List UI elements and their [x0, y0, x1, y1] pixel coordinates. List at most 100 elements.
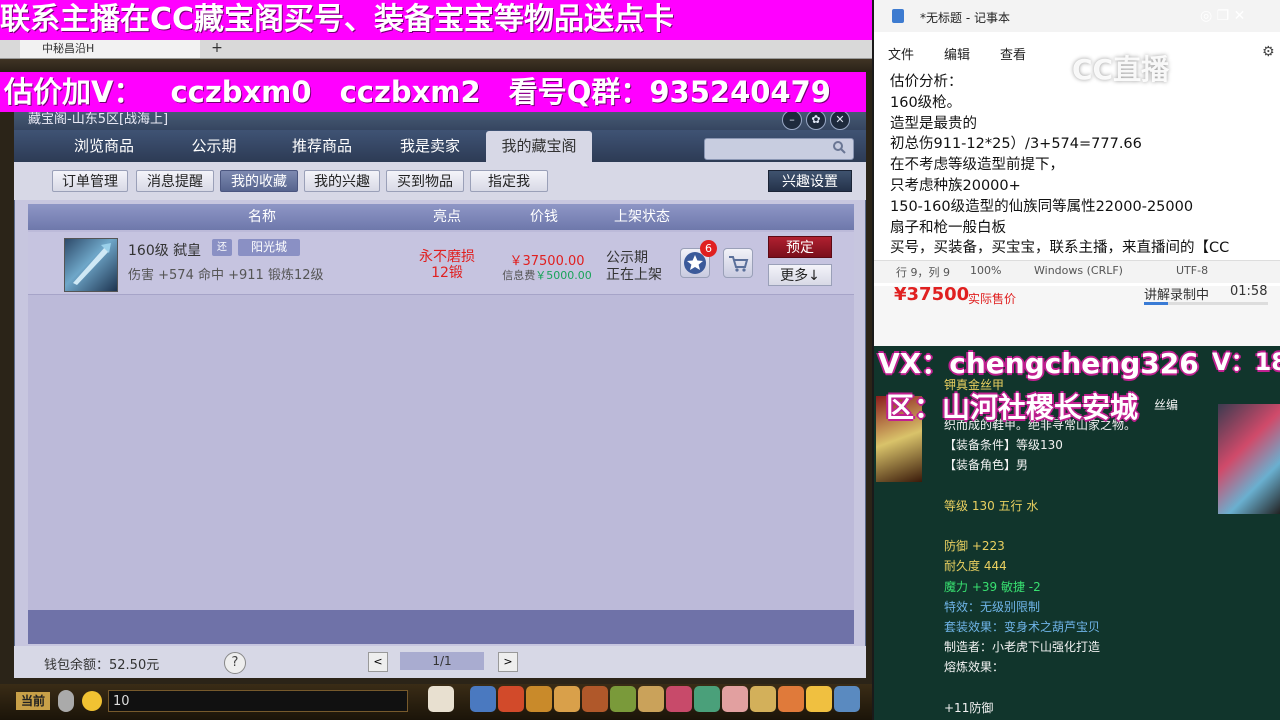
table-footer — [28, 610, 854, 644]
detail-line: 特效：无级别限制 — [944, 600, 1041, 614]
detail-line: 制造者：小老虎下山强化打造 — [944, 640, 1101, 654]
live-price-label: 实际售价 — [968, 292, 1017, 306]
server-overlay: 区：山河社稷长安城 — [886, 391, 1139, 424]
system-icon[interactable] — [834, 686, 860, 712]
favorite-count-badge: 6 — [700, 240, 717, 257]
menu-view[interactable]: 查看 — [1000, 44, 1026, 63]
wallet-balance: 钱包余额：52.50元 — [44, 658, 160, 673]
guide-icon[interactable] — [694, 686, 720, 712]
item-status-detail: 正在上架 — [606, 267, 662, 283]
detail-line: 熔炼效果： — [944, 660, 1005, 674]
settings-icon[interactable]: ✿ — [806, 110, 826, 130]
interest-settings-button[interactable]: 兴趣设置 — [768, 170, 852, 192]
event-icon[interactable] — [722, 686, 748, 712]
detail-desc: 丝编 — [1154, 398, 1179, 412]
detail-line: 防御 +223 — [944, 539, 1005, 553]
gear-icon[interactable]: ⚙ — [1262, 44, 1275, 60]
detail-line: +11防御 — [944, 701, 994, 715]
notepad-icon — [892, 9, 904, 23]
tab-browse[interactable]: 浏览商品 — [52, 131, 156, 162]
bought-items-button[interactable]: 买到物品 — [386, 170, 464, 192]
item-name[interactable]: 160级 弑皇 — [128, 240, 201, 260]
contact-overlay: VX：chengcheng326 — [878, 347, 1199, 380]
fee-label: 信息费 — [502, 269, 536, 282]
item-fee: 信息费￥5000.00 — [492, 267, 602, 283]
minimize-icon[interactable]: – — [782, 110, 802, 130]
new-tab-button[interactable]: + — [208, 40, 226, 58]
cart-icon — [729, 256, 749, 272]
my-interest-button[interactable]: 我的兴趣 — [304, 170, 380, 192]
weapon-image — [1218, 404, 1280, 514]
detail-line: 等级 130 五行 水 — [944, 499, 1039, 513]
microphone-icon[interactable] — [58, 690, 74, 712]
cart-button[interactable] — [723, 248, 753, 278]
menu-file[interactable]: 文件 — [888, 44, 914, 63]
my-favorites-button[interactable]: 我的收藏 — [220, 170, 298, 192]
gift-icon[interactable] — [750, 686, 776, 712]
column-name: 名称 — [248, 209, 276, 225]
recording-label: 讲解录制中 — [1144, 288, 1210, 303]
item-thumbnail[interactable] — [64, 238, 118, 292]
detail-line: 套装效果：变身术之葫芦宝贝 — [944, 620, 1101, 634]
mail-icon[interactable] — [638, 686, 664, 712]
item-tag: 还 — [212, 239, 232, 256]
notepad-text-area[interactable]: 估价分析： 160级枪。 造型是最贵的 初总伤911-12*25）/3+574=… — [890, 72, 1276, 258]
recording-progress-fill — [1144, 302, 1168, 305]
team-icon[interactable] — [526, 686, 552, 712]
top-promo-banner: 联系主播在CC藏宝阁买号、装备宝宝等物品送点卡 — [0, 0, 872, 40]
banner-text: 935240479 — [649, 75, 831, 109]
skill-icon[interactable] — [470, 686, 496, 712]
search-icon[interactable] — [832, 140, 846, 154]
chat-channel-button[interactable]: 当前 — [16, 692, 50, 710]
order-manage-button[interactable]: 订单管理 — [52, 170, 128, 192]
item-highlight: 12锻 — [431, 265, 463, 281]
quest-icon[interactable] — [554, 686, 580, 712]
chat-input[interactable]: 10 — [108, 690, 408, 712]
column-highlight: 亮点 — [433, 209, 461, 225]
zoom-level: 100% — [970, 264, 1002, 277]
close-icon[interactable]: ✕ — [830, 110, 850, 130]
pet-icon[interactable] — [428, 686, 454, 712]
notepad-title: *无标题 - 记事本 — [920, 11, 1010, 25]
browser-tab[interactable]: 中秘昌沿H — [20, 40, 200, 58]
designated-me-button[interactable]: 指定我 — [470, 170, 548, 192]
banner-text: cczbxm0 — [170, 75, 312, 109]
price-promo-banner: 估价加V： cczbxm0 cczbxm2 看号Q群：935240479 — [0, 72, 866, 112]
shop-icon[interactable] — [666, 686, 692, 712]
message-remind-button[interactable]: 消息提醒 — [136, 170, 214, 192]
item-bag-icon[interactable] — [498, 686, 524, 712]
item-stats: 伤害 +574 命中 +911 锻炼12级 — [128, 268, 324, 283]
recording-time: 01:58 — [1230, 284, 1268, 299]
live-price: ¥37500 — [894, 284, 970, 305]
tab-public[interactable]: 公示期 — [162, 131, 266, 162]
detail-line: 【装备条件】等级130 — [944, 438, 1063, 452]
fee-value: ￥5000.00 — [535, 269, 592, 282]
encoding: UTF-8 — [1176, 264, 1209, 277]
column-status: 上架状态 — [614, 209, 670, 225]
banner-text: 估价加V： — [4, 75, 143, 109]
banner-text: 看号Q群： — [508, 75, 650, 109]
cc-corner-logo: ◎ ❐ ✕ — [1200, 8, 1246, 24]
tab-my-pavilion[interactable]: 我的藏宝阁 — [486, 131, 592, 162]
page-indicator: 1/1 — [400, 652, 484, 670]
menu-edit[interactable]: 编辑 — [944, 44, 970, 63]
contact-overlay-right: V：18 — [1212, 348, 1280, 376]
next-page-button[interactable]: > — [498, 652, 518, 672]
detail-line: 【装备角色】男 — [944, 458, 1029, 472]
gang-icon[interactable] — [582, 686, 608, 712]
ranking-icon[interactable] — [778, 686, 804, 712]
tab-recommend[interactable]: 推荐商品 — [270, 131, 374, 162]
detail-line: 耐久度 444 — [944, 559, 1007, 573]
game-top-bar — [0, 58, 872, 72]
tab-seller[interactable]: 我是卖家 — [378, 131, 482, 162]
help-icon[interactable]: ? — [224, 652, 246, 674]
detail-line: 魔力 +39 敏捷 -2 — [944, 580, 1041, 594]
prev-page-button[interactable]: < — [368, 652, 388, 672]
emote-icon[interactable] — [806, 686, 832, 712]
item-server-tag: 阳光城 — [238, 239, 300, 256]
more-button[interactable]: 更多↓ — [768, 264, 832, 286]
friend-icon[interactable] — [610, 686, 636, 712]
emoji-icon[interactable] — [82, 691, 102, 711]
line-ending: Windows (CRLF) — [1034, 264, 1123, 277]
reserve-button[interactable]: 预定 — [768, 236, 832, 258]
